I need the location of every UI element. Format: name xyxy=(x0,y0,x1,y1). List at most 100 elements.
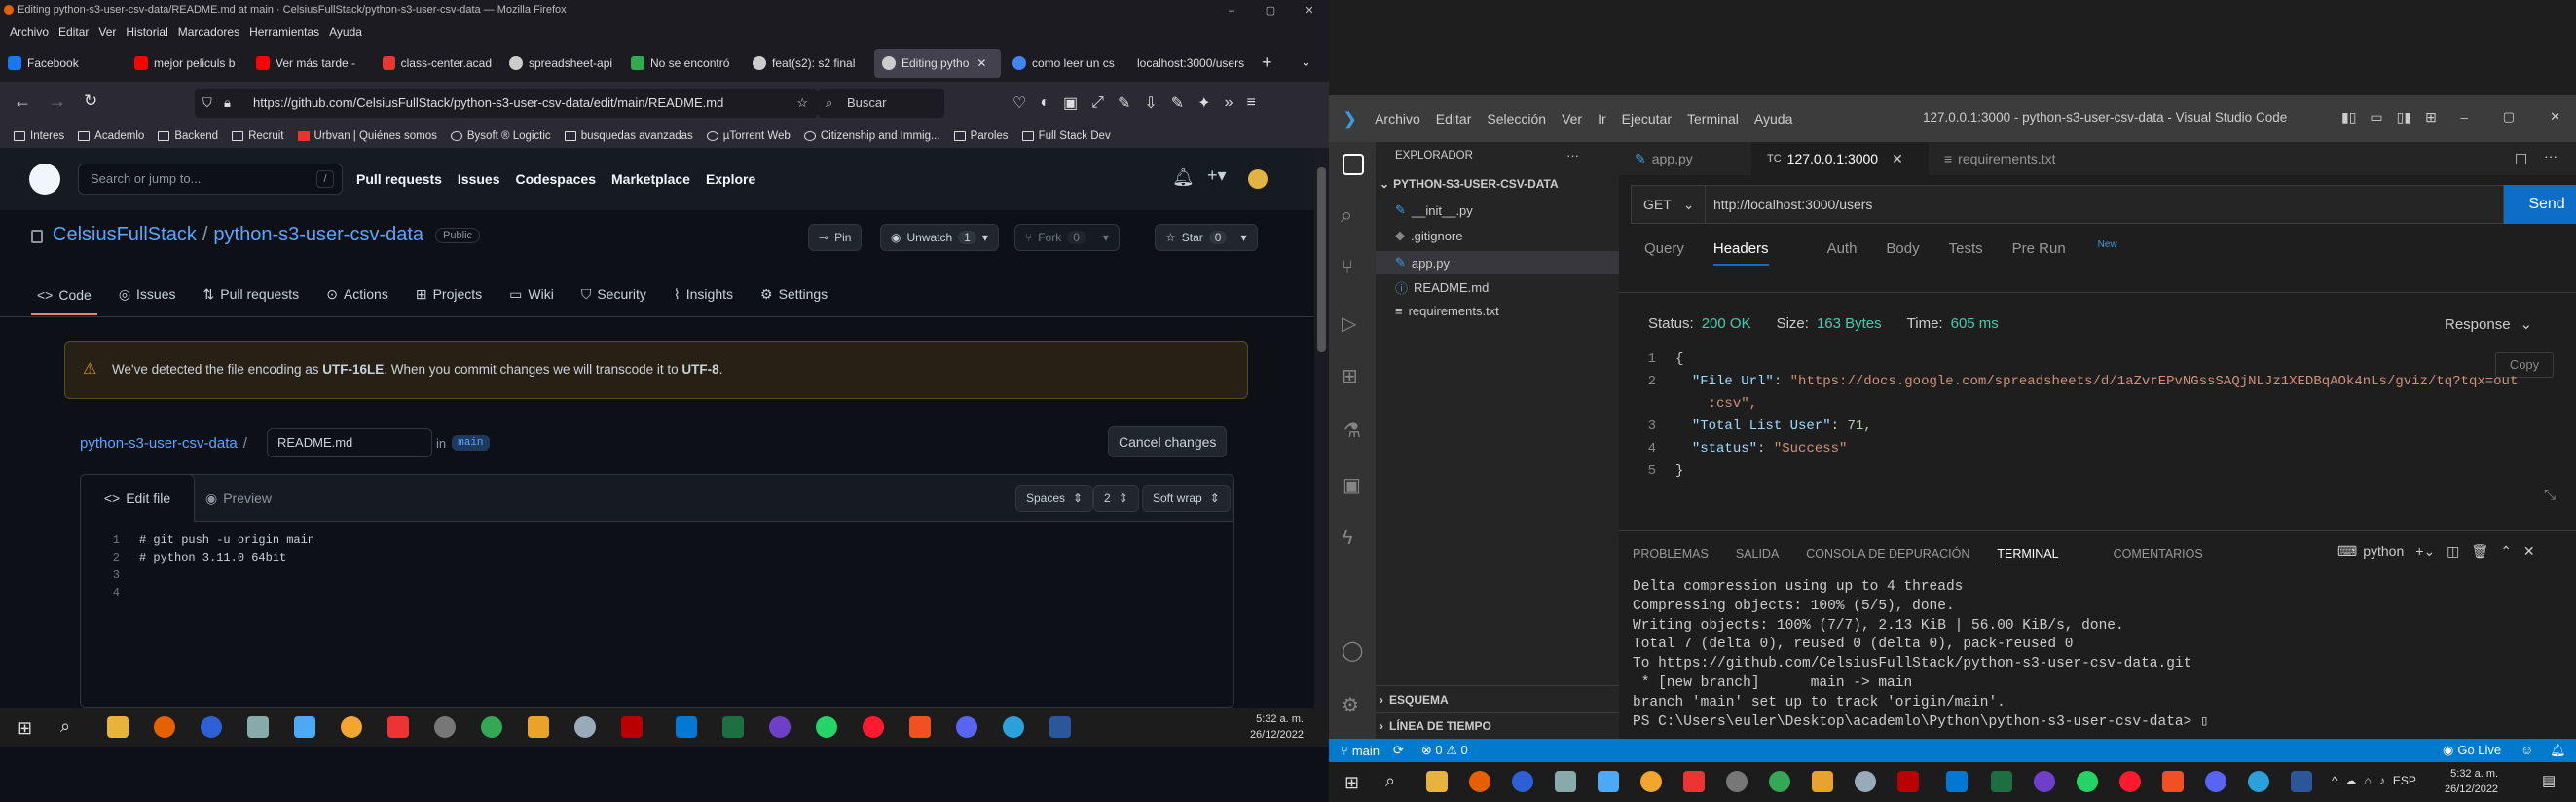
tab-edit-file[interactable]: <> Edit file xyxy=(81,475,195,522)
network-icon[interactable]: ⌂ xyxy=(2365,774,2372,787)
kill-terminal-icon[interactable]: 🗑︎ xyxy=(2471,543,2488,560)
calculator-icon[interactable] xyxy=(247,716,269,738)
tab-code[interactable]: <> Code xyxy=(31,287,97,315)
send-button[interactable]: Send xyxy=(2504,185,2576,224)
whatsapp-icon[interactable] xyxy=(2077,771,2098,792)
extension-icon[interactable]: ✎ xyxy=(1118,93,1130,113)
notifications-bell-icon[interactable]: 🔔︎ xyxy=(1172,167,1195,188)
menu-historial[interactable]: Historial xyxy=(126,25,167,39)
maximize-button[interactable]: ▢ xyxy=(2503,109,2515,125)
settings-icon[interactable] xyxy=(1726,771,1748,792)
search-bar[interactable]: ⌕ Buscar xyxy=(818,89,944,118)
outline-section[interactable]: › ESQUEMA xyxy=(1376,685,1619,712)
anydesk-icon[interactable] xyxy=(387,716,409,738)
testing-icon[interactable]: ⚗ xyxy=(1343,419,1361,443)
back-icon[interactable]: ← xyxy=(14,91,31,112)
filezilla-icon[interactable] xyxy=(1897,771,1919,792)
excel-icon[interactable] xyxy=(722,716,744,738)
slack-icon[interactable] xyxy=(1598,771,1619,792)
bookmark-item[interactable]: Urbvan | Quiénes somos xyxy=(297,130,437,142)
store-icon[interactable] xyxy=(2162,771,2184,792)
editor-tab[interactable]: ✎ app.py xyxy=(1619,142,1751,175)
fork-button[interactable]: ⑂ Fork 0 ▾ xyxy=(1014,224,1120,251)
file-item[interactable]: ≡ requirements.txt xyxy=(1395,304,1499,318)
star-button[interactable]: ☆ Star 0 ▾ xyxy=(1155,224,1258,251)
panel-tab-terminal[interactable]: TERMINAL xyxy=(1997,547,2085,565)
page-scrollbar[interactable] xyxy=(1314,148,1329,708)
minimize-button[interactable]: – xyxy=(2461,110,2468,125)
zoom-icon[interactable] xyxy=(201,716,222,738)
browser-tab[interactable]: mejor peliculs b xyxy=(127,49,243,78)
indent-mode-select[interactable]: Spaces ⇕ xyxy=(1015,485,1094,512)
tab-body[interactable]: Body xyxy=(1886,240,1919,257)
bookmark-item[interactable]: µTorrent Web xyxy=(706,130,791,142)
file-item[interactable]: ✎ __init__.py xyxy=(1395,202,1473,218)
windows-start-icon[interactable]: ⊞ xyxy=(1344,773,1359,793)
minimize-button[interactable]: – xyxy=(1212,0,1251,21)
discord-icon[interactable] xyxy=(2205,771,2226,792)
split-editor-icon[interactable]: ◫ xyxy=(2515,150,2527,166)
extension-icon[interactable]: ✎ xyxy=(1171,93,1184,113)
forward-icon[interactable]: → xyxy=(49,91,66,112)
pin-button[interactable]: ⊸ Pin xyxy=(808,224,863,251)
toggle-sidebar-icon[interactable]: ▮▯ xyxy=(2341,109,2356,126)
chrome-icon[interactable] xyxy=(1769,771,1790,792)
bookmark-item[interactable]: Interes xyxy=(14,130,64,142)
wrap-mode-select[interactable]: Soft wrap ⇕ xyxy=(1142,485,1231,512)
volume-icon[interactable]: ♪ xyxy=(2379,774,2385,787)
vs-menu-ejecutar[interactable]: Ejecutar xyxy=(1622,111,1672,127)
maximize-button[interactable]: ▢ xyxy=(1251,0,1290,21)
vs-menu-ayuda[interactable]: Ayuda xyxy=(1754,111,1792,127)
panel-tab-comments[interactable]: COMENTARIOS xyxy=(2114,547,2203,561)
thunder-client-icon[interactable]: ϟ xyxy=(1343,528,1353,550)
tab-wiki[interactable]: ▭ Wiki xyxy=(509,286,554,303)
sync-icon[interactable]: ⟳ xyxy=(1393,743,1404,758)
bookmark-item[interactable]: Bysoft ® Logictic xyxy=(450,130,551,142)
whatsapp-icon[interactable] xyxy=(816,716,837,738)
tab-issues[interactable]: ◎ Issues xyxy=(119,286,176,303)
list-tabs-icon[interactable]: ⌄ xyxy=(1301,55,1311,70)
vs-menu-editar[interactable]: Editar xyxy=(1436,111,1472,127)
toggle-secondary-sidebar-icon[interactable]: ▯▮ xyxy=(2397,109,2411,126)
more-actions-icon[interactable]: ··· xyxy=(2544,148,2558,164)
bookmark-item[interactable]: Academlo xyxy=(78,130,144,142)
split-terminal-icon[interactable]: ◫ xyxy=(2447,543,2459,560)
search-icon[interactable]: ⌕ xyxy=(1341,202,1352,228)
overflow-icon[interactable]: » xyxy=(1225,94,1233,112)
panel-tab-debug-console[interactable]: CONSOLA DE DEPURACIÓN xyxy=(1806,547,1969,561)
menu-editar[interactable]: Editar xyxy=(58,25,89,39)
opera-icon[interactable] xyxy=(2119,771,2141,792)
tab-auth[interactable]: Auth xyxy=(1827,240,1858,257)
vs-menu-ver[interactable]: Ver xyxy=(1562,111,1582,127)
settings-icon[interactable] xyxy=(434,716,456,738)
browser-tab-active[interactable]: Editing pytho ✕ xyxy=(874,49,1001,78)
browser-tab[interactable]: Ver más tarde - xyxy=(248,49,370,78)
customize-layout-icon[interactable]: ⊞ xyxy=(2425,109,2437,126)
toggle-panel-icon[interactable]: ▭ xyxy=(2370,109,2382,126)
bookmark-item[interactable]: Full Stack Dev xyxy=(1021,130,1111,142)
store-icon[interactable] xyxy=(909,716,931,738)
browser-tab[interactable]: como leer un cs xyxy=(1005,49,1126,78)
vs-menu-archivo[interactable]: Archivo xyxy=(1375,111,1420,127)
vs-menu-terminal[interactable]: Terminal xyxy=(1687,111,1739,127)
vscode-icon[interactable] xyxy=(1946,771,1968,792)
windows-start-icon[interactable]: ⊞ xyxy=(18,718,32,739)
telegram-icon[interactable] xyxy=(2248,771,2269,792)
tab-actions[interactable]: ⊙ Actions xyxy=(326,286,388,303)
browser-tab[interactable]: class-center.acad xyxy=(375,49,492,78)
request-url-input[interactable]: http://localhost:3000/users xyxy=(1713,186,1872,223)
file-explorer-icon[interactable] xyxy=(107,716,129,738)
browser-tab[interactable]: Facebook xyxy=(0,49,122,78)
editor-tab-active[interactable]: TC 127.0.0.1:3000 ✕ xyxy=(1751,142,1929,175)
tab-settings[interactable]: ⚙ Settings xyxy=(760,286,828,303)
firefox-icon[interactable] xyxy=(1469,771,1490,792)
github-logo-icon[interactable] xyxy=(29,164,60,195)
tab-security[interactable]: ⛉ Security xyxy=(581,286,646,303)
indent-size-select[interactable]: 2 ⇕ xyxy=(1093,485,1139,512)
bookmark-item[interactable]: Paroles xyxy=(953,130,1009,142)
menu-ver[interactable]: Ver xyxy=(98,25,116,39)
new-tab-button[interactable]: + xyxy=(1262,53,1272,73)
opera-icon[interactable] xyxy=(863,716,884,738)
tab-insights[interactable]: ⌇ Insights xyxy=(674,286,733,303)
url-bar[interactable]: ⛉ 🔒︎ https://github.com/CelsiusFullStack… xyxy=(195,89,818,118)
